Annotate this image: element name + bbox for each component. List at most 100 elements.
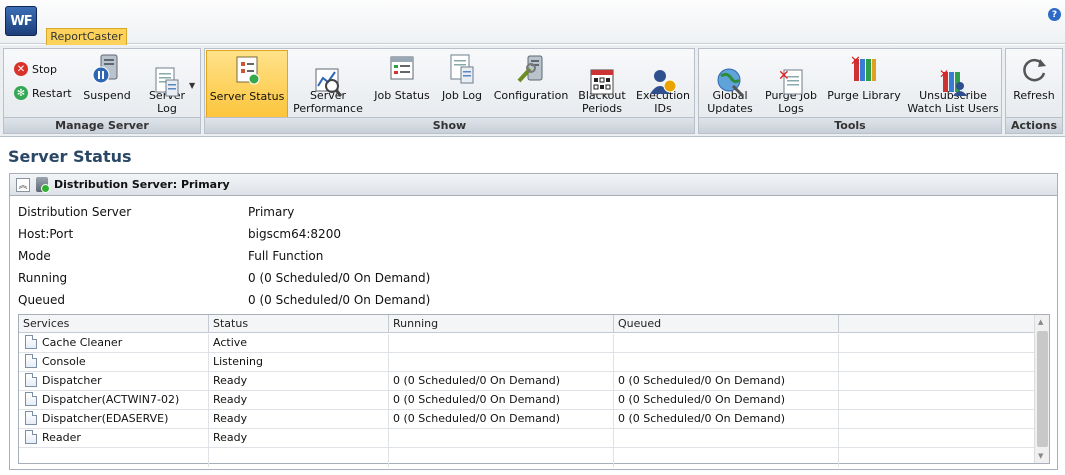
purge-job-logs-icon: ✕ (776, 53, 806, 95)
column-header-queued[interactable]: Queued (614, 315, 839, 333)
global-updates-icon (715, 53, 745, 98)
refresh-label: Refresh (1013, 89, 1055, 102)
refresh-button[interactable]: Refresh (1009, 50, 1059, 118)
empty-cell (389, 448, 614, 467)
status-cell: Ready (209, 429, 389, 448)
prop-key: Queued (18, 293, 66, 307)
grid-header: Services Status Running Queued (19, 315, 1034, 333)
svg-text:✕: ✕ (850, 54, 861, 69)
panel-header: ︽ Distribution Server: Primary (10, 174, 1057, 196)
webfocus-logo: WF (5, 6, 37, 36)
scroll-down-icon[interactable]: ▼ (1038, 452, 1043, 460)
document-icon (25, 373, 37, 387)
column-header-empty (839, 315, 1034, 333)
restart-label: Restart (32, 86, 72, 100)
prop-value: 0 (0 Scheduled/0 On Demand) (248, 293, 431, 307)
execution-ids-icon (648, 53, 678, 94)
service-cell: Cache Cleaner (19, 334, 209, 353)
column-header-services[interactable]: Services (19, 315, 209, 333)
status-cell: Ready (209, 410, 389, 429)
unsubscribe-watch-list-users-button[interactable]: ✕ Unsubscribe Watch List Users (907, 50, 999, 118)
table-row[interactable]: Dispatcher(ACTWIN7-02) Ready 0 (0 Schedu… (19, 391, 1034, 410)
panel-title: Distribution Server: Primary (54, 178, 230, 191)
blackout-periods-button[interactable]: Blackout Periods (575, 50, 629, 118)
prop-value: Full Function (248, 249, 324, 263)
running-cell (389, 334, 614, 353)
empty-cell (19, 448, 209, 467)
server-performance-button[interactable]: Server Performance (291, 50, 365, 118)
service-cell: Dispatcher(EDASERVE) (19, 410, 209, 429)
table-row[interactable]: Cache Cleaner Active (19, 334, 1034, 353)
tab-reportcaster[interactable]: ReportCaster (46, 28, 127, 45)
configuration-label: Configuration (493, 89, 569, 102)
service-name: Console (42, 355, 86, 368)
stop-label: Stop (32, 62, 58, 76)
group-title-tools: Tools (699, 117, 1001, 133)
purge-library-label: Purge Library (827, 89, 901, 102)
server-status-label: Server Status (209, 90, 285, 103)
group-actions: Refresh Actions (1005, 48, 1063, 134)
empty-cell (209, 448, 389, 467)
scroll-thumb[interactable] (1037, 331, 1048, 447)
group-title-show: Show (205, 117, 694, 133)
page-title: Server Status (8, 147, 132, 166)
service-cell: Dispatcher(ACTWIN7-02) (19, 391, 209, 410)
server-performance-icon (313, 53, 343, 97)
job-status-icon (387, 53, 417, 85)
table-row[interactable]: Console Listening (19, 353, 1034, 372)
queued-cell: 0 (0 Scheduled/0 On Demand) (614, 391, 839, 410)
distribution-server-panel: ︽ Distribution Server: Primary Distribut… (9, 173, 1058, 470)
queued-cell: 0 (0 Scheduled/0 On Demand) (614, 410, 839, 429)
running-cell (389, 429, 614, 448)
prop-key: Running (18, 271, 68, 285)
server-log-button[interactable]: Server Log (144, 50, 190, 118)
service-cell: Dispatcher (19, 372, 209, 391)
purge-job-logs-button[interactable]: ✕ Purge Job Logs (763, 50, 819, 118)
global-updates-button[interactable]: Global Updates (703, 50, 757, 118)
running-cell: 0 (0 Scheduled/0 On Demand) (389, 391, 614, 410)
purge-library-button[interactable]: ✕ Purge Library (827, 50, 901, 118)
job-log-icon (447, 53, 477, 85)
table-row[interactable]: Dispatcher(EDASERVE) Ready 0 (0 Schedule… (19, 410, 1034, 429)
vertical-scrollbar[interactable]: ▲ ▼ (1034, 315, 1049, 463)
prop-key: Host:Port (18, 227, 74, 241)
service-cell: Reader (19, 429, 209, 448)
restart-button[interactable]: ✻ Restart (14, 84, 72, 102)
svg-text:✕: ✕ (778, 68, 790, 84)
svg-text:✕: ✕ (939, 67, 949, 81)
column-header-running[interactable]: Running (389, 315, 614, 333)
group-tools: Global Updates ✕ Purge Job Logs ✕ Purge … (698, 48, 1002, 134)
configuration-icon (516, 53, 546, 85)
server-status-button[interactable]: Server Status (206, 50, 288, 118)
service-name: Dispatcher (42, 374, 102, 387)
group-manage-server: ✕ Stop ✻ Restart Suspend Server Log ▼ Ma… (3, 48, 201, 134)
job-status-button[interactable]: Job Status (371, 50, 433, 118)
chevron-down-icon[interactable]: ▼ (189, 81, 195, 90)
scroll-up-icon[interactable]: ▲ (1038, 318, 1043, 326)
queued-cell (614, 334, 839, 353)
job-log-button[interactable]: Job Log (438, 50, 486, 118)
refresh-icon (1019, 53, 1049, 85)
running-cell (389, 353, 614, 372)
configuration-button[interactable]: Configuration (493, 50, 569, 118)
suspend-button[interactable]: Suspend (82, 50, 132, 118)
table-row[interactable]: Dispatcher Ready 0 (0 Scheduled/0 On Dem… (19, 372, 1034, 391)
collapse-icon[interactable]: ︽ (16, 177, 30, 192)
document-icon (25, 392, 37, 406)
prop-key: Mode (18, 249, 51, 263)
document-icon (25, 335, 37, 349)
stop-button[interactable]: ✕ Stop (14, 60, 57, 78)
table-row[interactable]: Reader Ready (19, 429, 1034, 448)
status-cell: Listening (209, 353, 389, 372)
queued-cell: 0 (0 Scheduled/0 On Demand) (614, 372, 839, 391)
column-header-status[interactable]: Status (209, 315, 389, 333)
blackout-periods-icon (587, 53, 617, 95)
suspend-label: Suspend (83, 89, 131, 102)
job-status-label: Job Status (374, 89, 430, 102)
status-cell: Active (209, 334, 389, 353)
status-cell: Ready (209, 372, 389, 391)
job-log-label: Job Log (441, 89, 483, 102)
document-icon (25, 354, 37, 368)
help-icon[interactable]: ? (1048, 8, 1061, 21)
execution-ids-button[interactable]: Execution IDs (635, 50, 691, 118)
